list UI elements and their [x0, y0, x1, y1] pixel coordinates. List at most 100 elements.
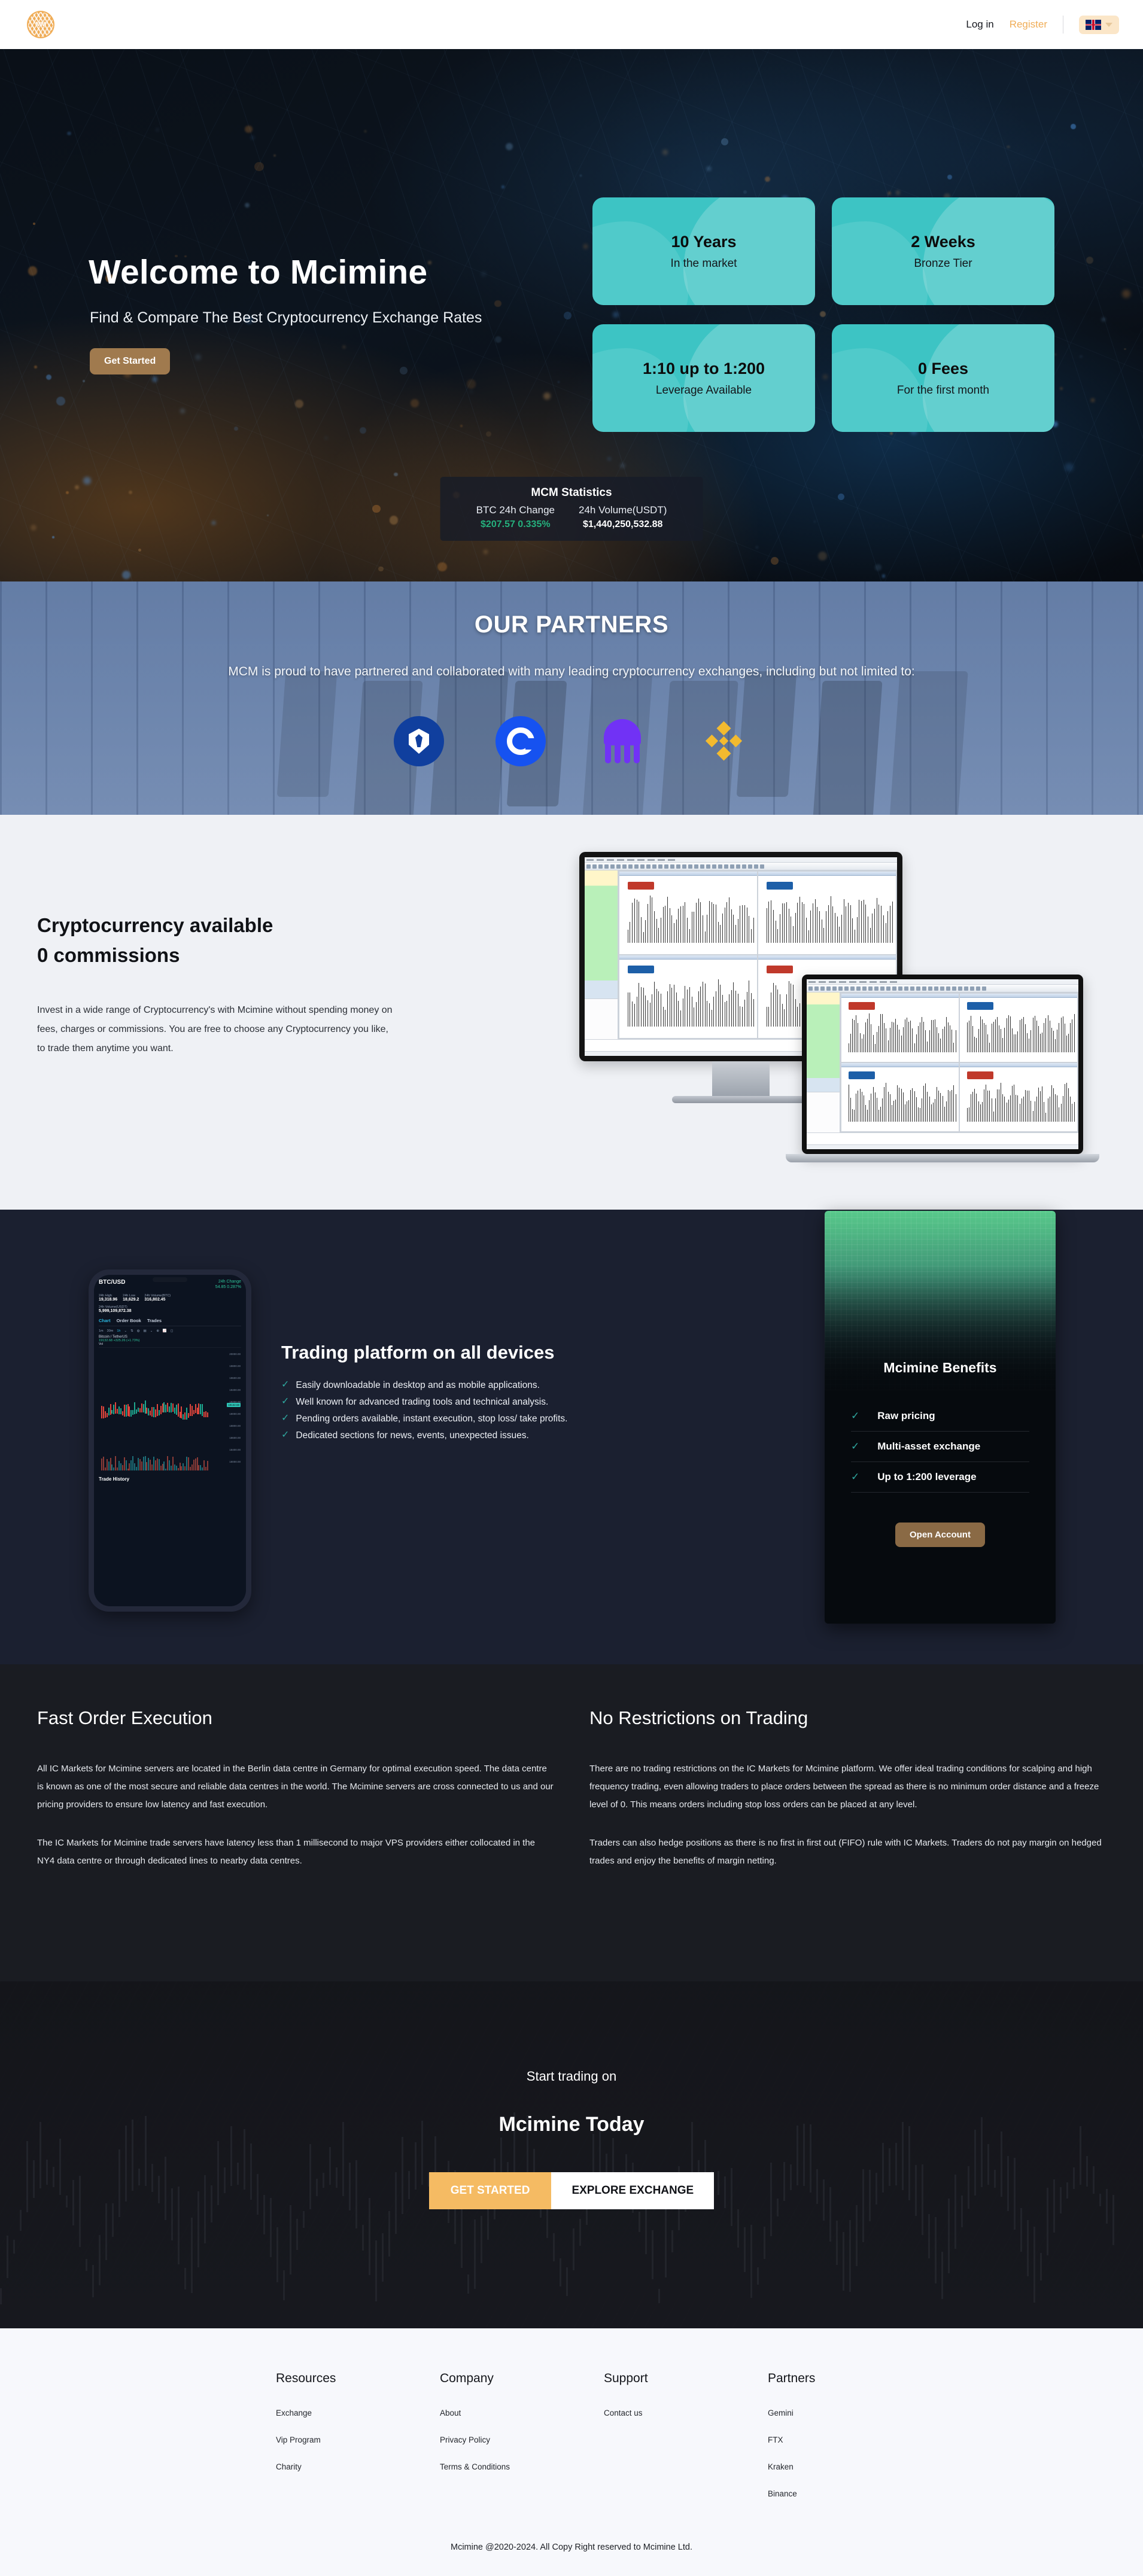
site-footer: Resources Exchange Vip Program Charity Compa… — [0, 2328, 1143, 2576]
hero-stat-label: In the market — [671, 257, 737, 270]
phone-stat: 24h Volume(BTC) 316,802.45 — [144, 1294, 171, 1302]
footer-link-gemini[interactable]: Gemini — [768, 2408, 867, 2417]
hero-stat-card-2: 1:10 up to 1:200 Leverage Available — [592, 324, 815, 432]
benefits-card: Mcimine Benefits ✓ Raw pricing ✓ Multi-asse… — [825, 1211, 1056, 1624]
hero-title: Welcome to Mcimine — [89, 252, 427, 292]
footer-link-charity[interactable]: Charity — [276, 2462, 375, 2471]
hero-stat-card-3: 0 Fees For the first month — [832, 324, 1054, 432]
phone-tab-trades[interactable]: Trades — [147, 1318, 162, 1323]
footer-column-title: Partners — [768, 2371, 867, 2386]
fast-order-paragraph-1: All IC Markets for Mcimine servers are l… — [37, 1760, 554, 1814]
cta-get-started-button[interactable]: GET STARTED — [429, 2172, 552, 2209]
footer-link-privacy-policy[interactable]: Privacy Policy — [440, 2435, 539, 2444]
no-restrictions-paragraph-1: There are no trading restrictions on the… — [589, 1760, 1106, 1814]
footer-link-about[interactable]: About — [440, 2408, 539, 2417]
phone-tool-icon-5[interactable]: ⊕ — [156, 1329, 159, 1333]
phone-tool-icon-3[interactable]: ▤ — [144, 1329, 147, 1333]
fast-order-paragraph-2: The IC Markets for Mcimine trade servers… — [37, 1834, 554, 1870]
trading-platform-section: BTC/USD 24h Change 54.85 0.287% 24h High… — [0, 1210, 1143, 1664]
phone-trade-history-label: Trade History — [99, 1476, 241, 1482]
get-started-button[interactable]: Get Started — [90, 348, 170, 374]
phone-tool-icon-4[interactable]: ⌄ — [150, 1329, 153, 1333]
benefits-list: ✓ Raw pricing ✓ Multi-asset exchange ✓ Up to … — [825, 1390, 1056, 1493]
phone-tab-order-book[interactable]: Order Book — [117, 1318, 141, 1323]
cta-button-group: GET STARTED EXPLORE EXCHANGE — [429, 2172, 714, 2209]
phone-change-value: 54.85 0.287% — [215, 1284, 241, 1290]
footer-link-exchange[interactable]: Exchange — [276, 2408, 375, 2417]
footer-column-title: Support — [604, 2371, 703, 2386]
no-restrictions-title: No Restrictions on Trading — [589, 1707, 1106, 1729]
phone-tool-icon-7[interactable]: ◻ — [171, 1329, 174, 1333]
volume-stat: 24h Volume(USDT) $1,440,250,532.88 — [579, 504, 667, 530]
binance-logo-icon[interactable] — [699, 716, 749, 766]
features-section: Fast Order Execution All IC Markets for … — [0, 1664, 1143, 1981]
platform-bullet-3: ✓ Dedicated sections for news, events, un… — [281, 1430, 664, 1441]
platform-bullet-0: ✓ Easily downloadable in desktop and as m… — [281, 1380, 664, 1391]
phone-tabs: Chart Order Book Trades — [99, 1318, 241, 1326]
check-icon: ✓ — [281, 1414, 289, 1423]
footer-column-company: Company About Privacy Policy Terms & Condit… — [440, 2371, 539, 2516]
language-selector[interactable] — [1079, 16, 1119, 34]
phone-timeframe-30m[interactable]: 30m — [107, 1329, 114, 1333]
phone-tab-chart[interactable]: Chart — [99, 1318, 111, 1323]
hero-stat-label: For the first month — [897, 384, 989, 397]
kraken-logo-icon[interactable] — [597, 716, 648, 766]
hero-subtitle: Find & Compare The Best Cryptocurrency E… — [90, 309, 482, 327]
crypto-heading-line1: Cryptocurrency available — [37, 911, 456, 940]
footer-link-vip-program[interactable]: Vip Program — [276, 2435, 375, 2444]
phone-timeframe-1h[interactable]: 1h — [117, 1329, 120, 1333]
btc-change-value: $207.57 0.335% — [476, 519, 555, 530]
hero-stat-card-0: 10 Years In the market — [592, 197, 815, 305]
phone-tool-icon-2[interactable]: ◍ — [137, 1329, 140, 1333]
footer-link-contact-us[interactable]: Contact us — [604, 2408, 703, 2417]
partners-section: OUR PARTNERS MCM is proud to have partne… — [0, 581, 1143, 815]
footer-link-terms-conditions[interactable]: Terms & Conditions — [440, 2462, 539, 2471]
benefits-card-image: Mcimine Benefits — [825, 1211, 1056, 1390]
hero-stat-value: 0 Fees — [918, 360, 968, 378]
volume-label: 24h Volume(USDT) — [579, 504, 667, 516]
mobile-app-mockup: BTC/USD 24h Change 54.85 0.287% 24h High… — [89, 1269, 251, 1612]
phone-stats-row: 24h High 19,318.96 24h Low 18,629.2 24h Volu… — [99, 1294, 241, 1302]
login-link[interactable]: Log in — [966, 19, 993, 31]
platform-bullet-list: ✓ Easily downloadable in desktop and as m… — [281, 1380, 664, 1441]
partners-subtitle: MCM is proud to have partnered and colla… — [0, 665, 1143, 679]
phone-tool-icon-6[interactable]: 📈 — [163, 1329, 167, 1333]
phone-tool-icon-0[interactable]: ⌄ — [124, 1329, 127, 1333]
hero-stat-value: 10 Years — [671, 233, 736, 251]
site-logo[interactable]: MM — [24, 8, 57, 41]
no-restrictions-column: No Restrictions on Trading There are no … — [589, 1707, 1106, 1928]
phone-price-chart: 20000.00 19800.00 19600.00 19400.00 19200.00… — [99, 1347, 241, 1473]
hero-section: Welcome to Mcimine Find & Compare The Be… — [0, 49, 1143, 581]
crypto-paragraph: Invest in a wide range of Cryptocurrency… — [37, 1001, 396, 1058]
hero-stat-value: 1:10 up to 1:200 — [643, 360, 765, 378]
phone-timeframe-1m[interactable]: 1m — [99, 1329, 104, 1333]
footer-column-support: Support Contact us — [604, 2371, 703, 2516]
btc-change-stat: BTC 24h Change $207.57 0.335% — [476, 504, 555, 530]
register-link[interactable]: Register — [1010, 19, 1047, 31]
footer-column-title: Resources — [276, 2371, 375, 2386]
cta-small-text: Start trading on — [0, 2069, 1143, 2084]
cryptocom-logo-icon[interactable] — [394, 716, 444, 766]
footer-columns: Resources Exchange Vip Program Charity Compa… — [0, 2371, 1143, 2516]
cta-explore-exchange-button[interactable]: EXPLORE EXCHANGE — [551, 2172, 714, 2209]
phone-volume-usdt-value: 5,999,109,872.38 — [99, 1309, 241, 1313]
fast-order-execution-column: Fast Order Execution All IC Markets for … — [37, 1707, 554, 1928]
partners-title: OUR PARTNERS — [0, 611, 1143, 638]
open-account-button[interactable]: Open Account — [895, 1523, 985, 1547]
fast-order-title: Fast Order Execution — [37, 1707, 554, 1729]
phone-notch — [153, 1277, 187, 1282]
uk-flag-icon — [1086, 20, 1101, 30]
phone-tool-icon-1[interactable]: ⇅ — [130, 1329, 133, 1333]
logo-monogram: MM — [35, 21, 45, 28]
site-header: MM Log in Register — [0, 0, 1143, 49]
footer-link-binance[interactable]: Binance — [768, 2489, 867, 2498]
mcm-statistics-title: MCM Statistics — [476, 486, 667, 500]
platform-heading: Trading platform on all devices — [281, 1338, 664, 1367]
coinbase-logo-icon[interactable] — [495, 716, 546, 766]
hero-stat-label: Bronze Tier — [914, 257, 972, 270]
mcm-statistics-panel: MCM Statistics BTC 24h Change $207.57 0.… — [440, 477, 703, 541]
footer-column-partners: Partners Gemini FTX Kraken Binance — [768, 2371, 867, 2516]
phone-stat: 24h High 19,318.96 — [99, 1294, 117, 1302]
footer-link-kraken[interactable]: Kraken — [768, 2462, 867, 2471]
footer-link-ftx[interactable]: FTX — [768, 2435, 867, 2444]
